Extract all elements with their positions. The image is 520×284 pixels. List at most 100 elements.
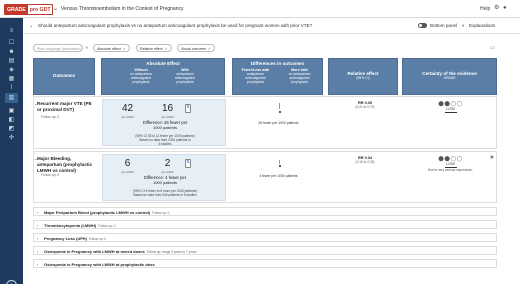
outcome-name: Major Bleeding, antepartum (prophylactic… <box>37 156 93 173</box>
relative-effect-cell: RR 0.34 (0.10 to 2.33) <box>330 156 400 164</box>
outcome-follow-up: Follow up: 0 <box>41 115 60 119</box>
visual-overview-toggle[interactable]: Visual overview ✓ <box>177 44 215 52</box>
header-outcomes: Outcomes <box>33 58 95 95</box>
check-icon: ✓ <box>207 46 211 51</box>
help-link[interactable]: Help <box>480 6 490 12</box>
team-icon[interactable]: ☻ <box>8 49 15 56</box>
difference-subcolumns: Fewer/Less with antepartum anticoagulant … <box>233 68 322 84</box>
outcome-row[interactable]: ⌄ Recurrent major VTE (PE or proximal DV… <box>33 96 497 149</box>
relative-effect-toggle[interactable]: Relative effect ✓ <box>136 44 172 52</box>
chevron-right-icon[interactable]: › <box>37 236 38 241</box>
header-differences-label: Differences in outcomes <box>250 61 305 66</box>
outcome-row[interactable]: ⌄ Major Bleeding, antepartum (prophylact… <box>33 151 497 203</box>
header-absolute-effect: Absolute Effect Without no antepartum ant… <box>101 58 225 95</box>
relative-effect-label: Relative effect <box>140 46 163 51</box>
difference-dot <box>279 165 281 167</box>
difference-per: 1000 patients <box>152 125 178 130</box>
collapsed-outcome-row[interactable]: › Pregnancy Loss (UFH) Follow up: 0 <box>33 233 497 242</box>
visual-overview-label: Visual overview <box>181 46 206 51</box>
difference-ci: (95% CI 35 to 12 fewer per 1000 patients… <box>135 134 195 146</box>
difference-visual: 4 fewer per 1000 patients <box>233 152 324 202</box>
difference-axis-line <box>279 160 280 164</box>
certainty-word: LOW <box>446 162 455 166</box>
outcome-name: Recurrent major VTE (PE or proximal DVT) <box>37 101 92 112</box>
evidence-table-icon[interactable]: ▥ <box>5 93 18 103</box>
header-absolute-label: Absolute Effect <box>146 61 180 66</box>
more-subcolumn: More with no antepartum anticoagulant pro… <box>288 68 311 84</box>
layout-icon[interactable]: ▭ <box>490 45 495 51</box>
intervention-unit: per 1000 <box>161 170 174 174</box>
top-bar: GRADE pro GDT ⌄ Venous Thromboembolism i… <box>0 0 520 18</box>
collapsed-outcome-row[interactable]: › Osteopenia in Pregnancy with LMWH at m… <box>33 246 497 255</box>
collapsed-outcome-row[interactable]: › Osteopenia in Pregnancy with LMWH at p… <box>33 259 497 268</box>
collapsed-outcome-row[interactable]: › Thrombocytopenia (LMWH) Follow up: 0 <box>33 220 497 229</box>
comparison-value: 42 <box>121 103 134 114</box>
intervention-value: 16 <box>161 103 174 114</box>
gradepro-logo[interactable]: GRADE pro GDT <box>4 4 54 15</box>
difference-dot <box>279 111 281 113</box>
difference-label: 4 fewer per 1000 patients <box>259 174 298 178</box>
collapsed-outcome-title: Major Peripartum Bleed (prophylactic LMW… <box>44 210 170 215</box>
swap-arrows-icon[interactable]: ⇅ <box>185 104 191 113</box>
collapsed-outcome-title: Osteopenia in Pregnancy with LMWH at pro… <box>44 262 155 267</box>
question-icon[interactable]: ☐ <box>8 40 15 47</box>
certainty-underline <box>444 111 457 112</box>
top-icons: ⚙ ● <box>494 5 509 11</box>
user-icon[interactable]: ● <box>503 5 509 11</box>
chevron-right-icon[interactable]: › <box>37 210 38 215</box>
bottom-panel-label: Bottom panel <box>430 23 458 28</box>
comment-icon[interactable]: ▣ <box>490 154 494 159</box>
chevron-right-icon[interactable]: › <box>37 223 38 228</box>
header-outcomes-label: Outcomes <box>52 73 76 78</box>
settings-icon[interactable]: ⚙ <box>494 5 500 11</box>
next-arrow-icon[interactable]: › <box>6 280 17 284</box>
difference-label: 26 fewer per 1000 patients <box>258 121 299 125</box>
difference-axis-line <box>279 103 280 109</box>
absolute-effect-label: Absolute effect <box>97 46 121 51</box>
comparison-unit: per 1000 <box>121 170 134 174</box>
intervention-unit: per 1000 <box>161 115 174 119</box>
check-icon: ✓ <box>122 46 126 51</box>
comparison-value: 6 <box>124 158 131 169</box>
collapsed-outcome-row[interactable]: › Major Peripartum Bleed (prophylactic L… <box>33 207 497 216</box>
chevron-down-icon[interactable]: ⌄ <box>53 5 58 12</box>
collapsed-outcome-title: Pregnancy Loss (UFH) Follow up: 0 <box>44 236 107 241</box>
difference-visual: 26 fewer per 1000 patients <box>233 97 324 148</box>
question-bar: ⌄ Should antepartum anticoagulant prophy… <box>23 18 520 34</box>
collapsed-outcome-title: Thrombocytopenia (LMWH) Follow up: 0 <box>44 223 116 228</box>
difference-ci: (95% CI 5 fewer to 8 more per 1000 patie… <box>133 189 197 197</box>
menu-icon[interactable]: ≡ <box>8 28 15 35</box>
clear-icon[interactable]: ✕ <box>85 45 88 50</box>
certainty-word: LOW <box>446 107 455 111</box>
absolute-effect-box: 42 16 per 1000 per 1000 ⇅ Difference: 26… <box>102 99 226 146</box>
chevron-right-icon[interactable]: › <box>37 249 38 254</box>
collapsed-outcome-title: Osteopenia in Pregnancy with LMWH at mix… <box>44 249 197 254</box>
absolute-subcolumns: Without no antepartum anticoagulant proph… <box>102 68 224 84</box>
topic-title: Venous Thromboembolism in the Context of… <box>61 6 184 12</box>
sidebar: ≡ ☐ ☻ ▤ ◈ ▦ ⌇ ▥ ▣ ◧ ◩ ✣ › <box>0 18 23 284</box>
chevron-right-icon[interactable]: › <box>37 262 38 267</box>
chart-icon[interactable]: ⌇ <box>8 85 15 92</box>
header-relative-effect: Relative effect (95% CI) <box>328 58 398 95</box>
fewer-subcolumn: Fewer/Less with antepartum anticoagulant … <box>241 68 270 84</box>
language-select[interactable]: Plain language (translation) <box>33 44 83 52</box>
outcomes-icon[interactable]: ◈ <box>8 67 15 74</box>
chevron-down-icon[interactable]: ⌄ <box>29 23 33 29</box>
references-icon[interactable]: ▤ <box>8 58 15 65</box>
dissemination-icon[interactable]: ◩ <box>8 126 15 133</box>
explanations-label[interactable]: Explanations <box>469 23 495 28</box>
prognosis-icon[interactable]: ▦ <box>8 76 15 83</box>
swap-arrows-icon[interactable]: ⇅ <box>185 159 191 168</box>
intervention-subcolumn: With antepartum anticoagulant prophylaxis <box>174 68 196 84</box>
absolute-effect-toggle[interactable]: Absolute effect ✓ <box>93 44 130 52</box>
recommendation-icon[interactable]: ▣ <box>8 108 15 115</box>
question-text: Should antepartum anticoagulant prophyla… <box>38 23 313 28</box>
bottom-panel-toggle[interactable] <box>418 23 427 28</box>
explanations-icon[interactable]: ◐ <box>462 23 465 29</box>
certainty-cell: ⬤⬤◯◯ LOW Due to very serious imprecision… <box>403 156 498 172</box>
document-icon[interactable]: ◧ <box>8 117 15 124</box>
relative-risk-ci: (0.10 to 2.33) <box>355 160 375 164</box>
absolute-effect-box: 6 2 per 1000 per 1000 ⇅ Difference: 4 fe… <box>102 154 226 201</box>
header-certainty: Certainty of the evidence GRADE <box>402 58 497 95</box>
publish-icon[interactable]: ✣ <box>8 135 15 142</box>
